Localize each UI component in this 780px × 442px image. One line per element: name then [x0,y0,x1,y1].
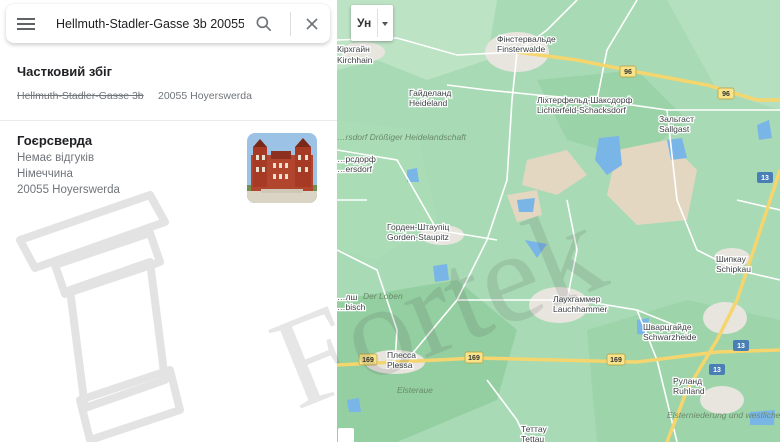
caret-down-icon[interactable] [382,22,388,26]
place-label: Зальгаст [659,114,694,124]
result-item[interactable]: Гоєрсверда Немає відгуків Німеччина 2005… [0,121,337,217]
area-label: …rsdorf Drößiger Heidelandschaft [337,132,467,142]
svg-text:13: 13 [713,367,721,374]
partial-match-title: Частковий збіг [17,64,113,79]
side-panel: Частковий збіг Hellmuth-Stadler-Gasse 3b… [0,0,338,442]
svg-text:13: 13 [761,175,769,182]
place-label: Plessa [387,360,413,370]
place-label: Schipkau [716,264,751,274]
place-label: Лаухгаммер [553,294,601,304]
place-label: Sallgast [659,124,690,134]
map-corner-control[interactable] [338,428,354,442]
result-reviews: Немає відгуків [17,152,95,164]
result-postal: 20055 Hoyerswerda [17,184,120,196]
area-label: Der Loben [363,291,403,301]
area-label: Elsterniederung und westliche Oberlausit… [667,410,780,420]
area-label: Elsteraue [397,385,433,395]
place-label: Теттау [521,424,547,434]
place-label: Горден-Штаупіц [387,222,449,232]
result-country: Німеччина [17,168,73,180]
search-divider [290,12,291,36]
place-label: …рсдорф [337,154,376,164]
place-label: …лш [337,292,357,302]
place-label: Руланд [673,376,702,386]
place-label: Ліхтерфельд-Шаксдорф [537,95,632,105]
place-label: Плесса [387,350,416,360]
place-label: Кірхгайн [337,44,370,54]
map-type-button[interactable]: Ун [351,5,393,41]
svg-text:13: 13 [737,343,745,350]
place-label: Kirchhain [337,55,373,65]
place-label: …bisch [337,302,366,312]
search-box [6,4,330,43]
map-svg: 96 96 169 169 169 13 13 13 Фінстервальде… [337,0,780,442]
struck-address: Hellmuth-Stadler-Gasse 3b [17,90,144,102]
search-input[interactable] [56,13,244,35]
close-icon[interactable] [302,14,322,34]
place-label: Шварцгайде [643,322,692,332]
place-label: Tettau [521,434,544,442]
map-canvas[interactable]: 96 96 169 169 169 13 13 13 Фінстервальде… [337,0,780,442]
result-name: Гоєрсверда [17,133,93,148]
search-icon[interactable] [254,14,274,34]
place-label: Schwarzheide [643,332,697,342]
result-photo[interactable] [247,133,317,203]
partial-match-address: 20055 Hoyerswerda [158,90,252,102]
svg-text:169: 169 [362,357,374,364]
place-label: Шипкау [716,254,747,264]
place-label: Гайделанд [409,88,451,98]
svg-text:96: 96 [624,69,632,76]
place-label: Gorden-Staupitz [387,232,449,242]
place-label: Lauchhammer [553,304,608,314]
place-label: Heideland [409,98,448,108]
place-label: Ruhland [673,386,705,396]
svg-text:169: 169 [610,357,622,364]
map-type-label: Ун [357,16,372,30]
partial-match-section: Частковий збіг Hellmuth-Stadler-Gasse 3b… [0,52,337,121]
place-label: Фінстервальде [497,34,556,44]
place-label: Lichterfeld-Schacksdorf [537,105,626,115]
svg-text:96: 96 [722,91,730,98]
map-type-divider [377,9,378,37]
svg-text:169: 169 [468,355,480,362]
place-label: …ersdorf [337,164,373,174]
place-label: Finsterwalde [497,44,545,54]
menu-icon[interactable] [17,15,37,33]
